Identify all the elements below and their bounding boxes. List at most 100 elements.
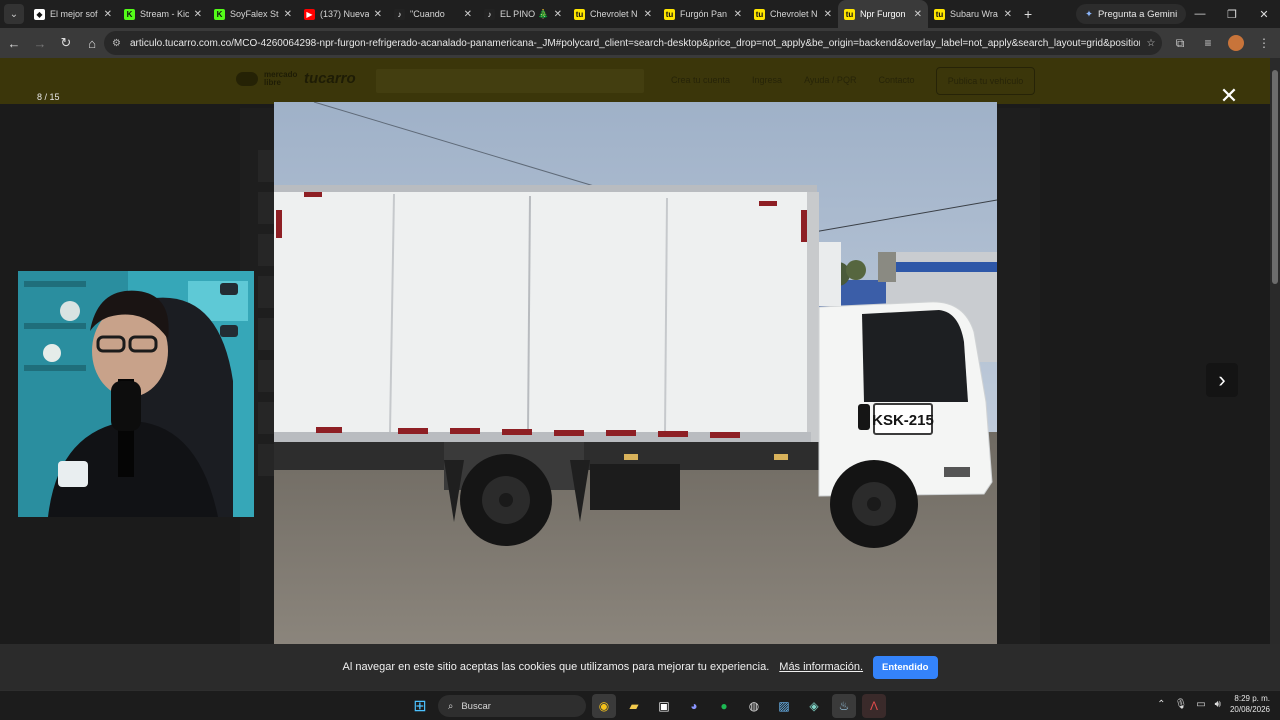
display-icon[interactable]: ▭	[1196, 699, 1205, 710]
tab-title: El mejor sof	[50, 9, 98, 19]
new-tab-button[interactable]: +	[1024, 6, 1032, 22]
browser-tab[interactable]: ♪ EL PINO 🎄 ✕	[478, 0, 568, 28]
tab-favicon-icon: K	[124, 8, 135, 20]
image-counter: 8 / 15	[37, 92, 60, 102]
bookmark-star-icon[interactable]: ☆	[1140, 38, 1162, 49]
tab-close-icon[interactable]: ✕	[734, 9, 742, 20]
tab-favicon-icon: tu	[934, 8, 945, 20]
tab-favicon-icon: ♪	[484, 8, 495, 20]
tab-list: ◆ El mejor sof ✕ K Stream - Kic ✕ K SoyFalex St…	[28, 0, 1018, 28]
url-text: articulo.tucarro.com.co/MCO-4260064298-n…	[130, 37, 1140, 49]
restore-icon[interactable]: ❐	[1216, 0, 1248, 28]
tab-favicon-icon: tu	[754, 8, 765, 20]
minimize-icon[interactable]: —	[1184, 0, 1216, 28]
tab-close-icon[interactable]: ✕	[104, 9, 112, 20]
scrollbar-thumb[interactable]	[1272, 70, 1278, 284]
tab-search-menu-button[interactable]: ⌄	[4, 4, 24, 24]
tab-title: EL PINO 🎄	[500, 8, 549, 19]
browser-tab[interactable]: tu Subaru Wra ✕	[928, 0, 1018, 28]
gemini-label: Pregunta a Gemini	[1097, 8, 1178, 20]
browser-tab[interactable]: K SoyFalex Str ✕	[208, 0, 298, 28]
obs-icon[interactable]: ◍	[742, 694, 766, 718]
tab-favicon-icon: ▶	[304, 8, 315, 20]
tab-title: "Cuando	[410, 9, 445, 19]
tab-title: (137) Nueva	[320, 9, 369, 19]
tab-favicon-icon: tu	[844, 8, 855, 20]
tab-title: Chevrolet N	[770, 9, 818, 19]
browser-tab[interactable]: tu Chevrolet N ✕	[748, 0, 838, 28]
volume-icon[interactable]: 🔊︎	[1215, 699, 1221, 710]
tab-close-icon[interactable]: ✕	[824, 9, 832, 20]
extensions-icon[interactable]: ⧉	[1168, 31, 1192, 55]
forward-arrow-icon[interactable]: →	[28, 31, 52, 55]
tab-title: Furgón Pan	[680, 9, 728, 19]
close-window-icon[interactable]: ✕	[1248, 0, 1280, 28]
home-icon[interactable]: ⌂	[80, 31, 104, 55]
gemini-button[interactable]: ✦ Pregunta a Gemini	[1076, 4, 1187, 24]
clock-time: 8:29 p. m.	[1234, 694, 1270, 703]
tab-favicon-icon: K	[214, 8, 225, 20]
tab-title: SoyFalex Str	[230, 9, 279, 19]
tab-favicon-icon: tu	[664, 8, 675, 20]
network-app-icon[interactable]: ◈	[802, 694, 826, 718]
tab-close-icon[interactable]: ✕	[914, 9, 922, 20]
license-plate: KSK-215	[872, 412, 934, 429]
browser-toolbar: ← → ↻ ⌂ ⚙ articulo.tucarro.com.co/MCO-42…	[0, 28, 1280, 58]
tab-close-icon[interactable]: ✕	[644, 9, 652, 20]
gemini-sparkle-icon: ✦	[1085, 8, 1093, 20]
browser-tab-strip: ⌄ ◆ El mejor sof ✕ K Stream - Kic ✕ K SoyFalex …	[0, 0, 1280, 28]
cookie-text: Al navegar en este sitio aceptas las coo…	[342, 661, 770, 673]
discord-icon[interactable]: ◕	[682, 694, 706, 718]
address-bar[interactable]: ⚙ articulo.tucarro.com.co/MCO-4260064298…	[104, 31, 1162, 55]
microphone-icon[interactable]: 🎙︎	[1174, 699, 1187, 710]
reading-list-icon[interactable]: ≡	[1196, 31, 1220, 55]
cookie-more-info-link[interactable]: Más información.	[779, 661, 863, 673]
taskbar-search-label: Buscar	[461, 700, 491, 712]
tab-close-icon[interactable]: ✕	[554, 9, 562, 20]
store-icon[interactable]: ▣	[652, 694, 676, 718]
tab-title: Npr Furgon	[860, 9, 906, 19]
site-info-icon[interactable]: ⚙	[112, 38, 126, 49]
close-lightbox-icon[interactable]: ✕	[1218, 85, 1240, 107]
webcam-overlay	[18, 271, 254, 517]
windows-start-icon[interactable]: ⊞	[408, 694, 432, 718]
steam-icon[interactable]: ♨	[832, 694, 856, 718]
browser-tab[interactable]: K Stream - Kic ✕	[118, 0, 208, 28]
browser-tab[interactable]: tu Furgón Pan ✕	[658, 0, 748, 28]
window-controls: — ❐ ✕	[1184, 0, 1280, 28]
browser-tab[interactable]: ♪ "Cuando ✕	[388, 0, 478, 28]
chrome-icon[interactable]: ◉	[592, 694, 616, 718]
tab-title: Chevrolet N	[590, 9, 638, 19]
tab-close-icon[interactable]: ✕	[374, 9, 382, 20]
tab-close-icon[interactable]: ✕	[284, 9, 292, 20]
taskbar-search[interactable]: ⌕ Buscar	[438, 695, 586, 717]
clock[interactable]: 8:29 p. m. 20/08/2026	[1230, 693, 1270, 715]
page-scrollbar[interactable]	[1270, 58, 1280, 690]
system-tray: ⌃ 🎙︎ ▭ 🔊︎ 8:29 p. m. 20/08/2026	[1157, 693, 1270, 715]
app-icon[interactable]: Λ	[862, 694, 886, 718]
next-image-chevron-icon[interactable]: ›	[1206, 363, 1238, 397]
tray-chevron-icon[interactable]: ⌃	[1157, 699, 1165, 710]
spotify-icon[interactable]: ●	[712, 694, 736, 718]
profile-avatar[interactable]	[1224, 31, 1248, 55]
browser-tab[interactable]: tu Npr Furgon ✕	[838, 0, 928, 28]
photos-icon[interactable]: ▨	[772, 694, 796, 718]
windows-taskbar: ⊞ ⌕ Buscar ◉ ▰ ▣ ◕ ● ◍ ▨ ◈ ♨ Λ ⌃ 🎙︎ ▭ 🔊︎…	[0, 690, 1280, 720]
tab-close-icon[interactable]: ✕	[194, 9, 202, 20]
browser-tab[interactable]: ▶ (137) Nueva ✕	[298, 0, 388, 28]
tab-title: Subaru Wra	[950, 9, 998, 19]
file-explorer-icon[interactable]: ▰	[622, 694, 646, 718]
tab-close-icon[interactable]: ✕	[1004, 9, 1012, 20]
tab-close-icon[interactable]: ✕	[464, 9, 472, 20]
truck-photo: KSK-215	[274, 102, 997, 644]
cookie-accept-button[interactable]: Entendido	[873, 655, 938, 679]
tab-title: Stream - Kic	[140, 9, 189, 19]
cookie-banner: Al navegar en este sitio aceptas las coo…	[0, 644, 1280, 690]
browser-tab[interactable]: ◆ El mejor sof ✕	[28, 0, 118, 28]
browser-tab[interactable]: tu Chevrolet N ✕	[568, 0, 658, 28]
tab-favicon-icon: ◆	[34, 8, 45, 20]
menu-kebab-icon[interactable]: ⋮	[1252, 31, 1276, 55]
reload-icon[interactable]: ↻	[54, 31, 78, 55]
back-arrow-icon[interactable]: ←	[2, 31, 26, 55]
clock-date: 20/08/2026	[1229, 705, 1270, 714]
